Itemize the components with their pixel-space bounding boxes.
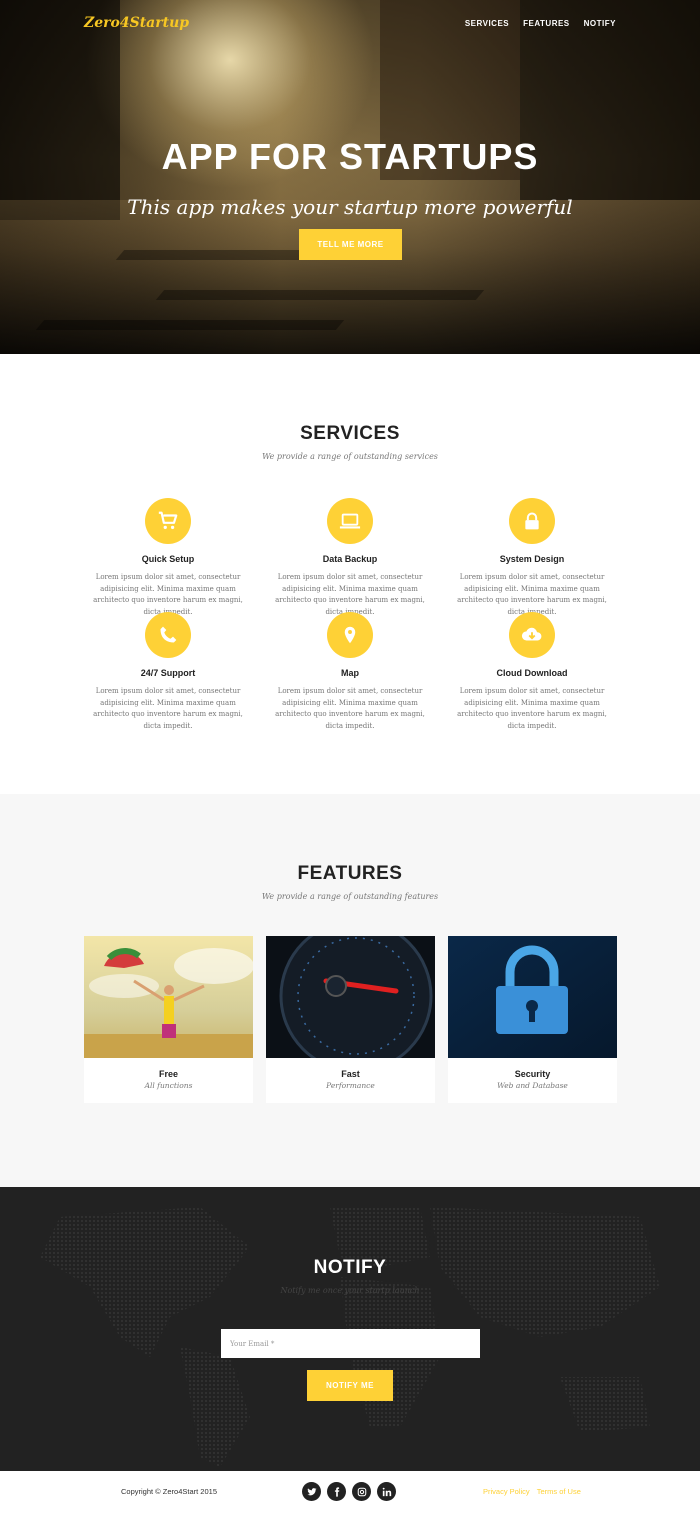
feature-subtitle: Web and Database xyxy=(497,1081,568,1090)
feature-subtitle: Performance xyxy=(326,1081,375,1090)
twitter-icon[interactable] xyxy=(302,1482,321,1501)
feature-image-free xyxy=(84,936,253,1058)
email-input[interactable] xyxy=(221,1329,480,1358)
service-name: Map xyxy=(341,668,359,678)
service-name: System Design xyxy=(499,554,565,564)
feature-image-fast xyxy=(266,936,435,1058)
feature-title: Fast xyxy=(341,1069,360,1079)
service-name: 24/7 Support xyxy=(140,668,196,678)
service-name: Quick Setup xyxy=(141,554,195,564)
copyright-text: Copyright © Zero4Start 2015 xyxy=(121,1487,217,1496)
footer: Copyright © Zero4Start 2015 Privacy Poli… xyxy=(0,1471,700,1513)
notify-subtitle: Notify me once your startp launch xyxy=(280,1286,420,1295)
footer-links: Privacy Policy Terms of Use xyxy=(483,1487,581,1496)
facebook-icon[interactable] xyxy=(327,1482,346,1501)
service-desc: Lorem ipsum dolor sit amet, consectetur … xyxy=(457,687,607,730)
site-logo[interactable]: Zero4Startup xyxy=(84,15,189,31)
service-item: Data Backup Lorem ipsum dolor sit amet, … xyxy=(266,498,434,618)
feature-card[interactable]: Free All functions xyxy=(84,936,253,1103)
laptop-icon xyxy=(327,498,373,544)
service-desc: Lorem ipsum dolor sit amet, consectetur … xyxy=(275,687,425,730)
cloud-download-icon xyxy=(509,612,555,658)
lock-icon xyxy=(509,498,555,544)
terms-of-use-link[interactable]: Terms of Use xyxy=(537,1487,581,1496)
feature-subtitle: All functions xyxy=(144,1081,193,1090)
features-title: FEATURES xyxy=(297,863,403,884)
service-name: Cloud Download xyxy=(496,668,568,678)
feature-title: Free xyxy=(158,1069,178,1079)
tell-me-more-button[interactable]: TELL ME MORE xyxy=(299,229,402,260)
linkedin-icon[interactable] xyxy=(377,1482,396,1501)
service-item: Cloud Download Lorem ipsum dolor sit ame… xyxy=(448,612,616,732)
feature-card[interactable]: Fast Performance xyxy=(266,936,435,1103)
instagram-icon[interactable] xyxy=(352,1482,371,1501)
service-item: 24/7 Support Lorem ipsum dolor sit amet,… xyxy=(84,612,252,732)
features-subtitle: We provide a range of outstanding featur… xyxy=(261,892,439,901)
feature-card[interactable]: Security Web and Database xyxy=(448,936,617,1103)
services-title: SERVICES xyxy=(300,423,400,444)
feature-image-security xyxy=(448,936,617,1058)
hero-title: APP FOR STARTUPS xyxy=(161,136,539,177)
service-item: Quick Setup Lorem ipsum dolor sit amet, … xyxy=(84,498,252,618)
notify-title: NOTIFY xyxy=(313,1257,387,1278)
hero-subtitle: This app makes your startup more powerfu… xyxy=(127,195,573,219)
top-nav: SERVICES FEATURES NOTIFY xyxy=(465,19,616,28)
service-item: Map Lorem ipsum dolor sit amet, consecte… xyxy=(266,612,434,732)
nav-services[interactable]: SERVICES xyxy=(465,19,509,28)
nav-features[interactable]: FEATURES xyxy=(523,19,570,28)
cart-icon xyxy=(145,498,191,544)
phone-icon xyxy=(145,612,191,658)
notify-me-button[interactable]: NOTIFY ME xyxy=(307,1370,393,1401)
privacy-policy-link[interactable]: Privacy Policy xyxy=(483,1487,530,1496)
social-links xyxy=(302,1482,396,1501)
services-subtitle: We provide a range of outstanding servic… xyxy=(262,452,438,461)
feature-title: Security xyxy=(514,1069,551,1079)
nav-notify[interactable]: NOTIFY xyxy=(584,19,616,28)
service-item: System Design Lorem ipsum dolor sit amet… xyxy=(448,498,616,618)
service-name: Data Backup xyxy=(322,554,378,564)
service-desc: Lorem ipsum dolor sit amet, consectetur … xyxy=(93,687,243,730)
map-marker-icon xyxy=(327,612,373,658)
hero-section: Zero4Startup SERVICES FEATURES NOTIFY AP… xyxy=(0,0,700,354)
